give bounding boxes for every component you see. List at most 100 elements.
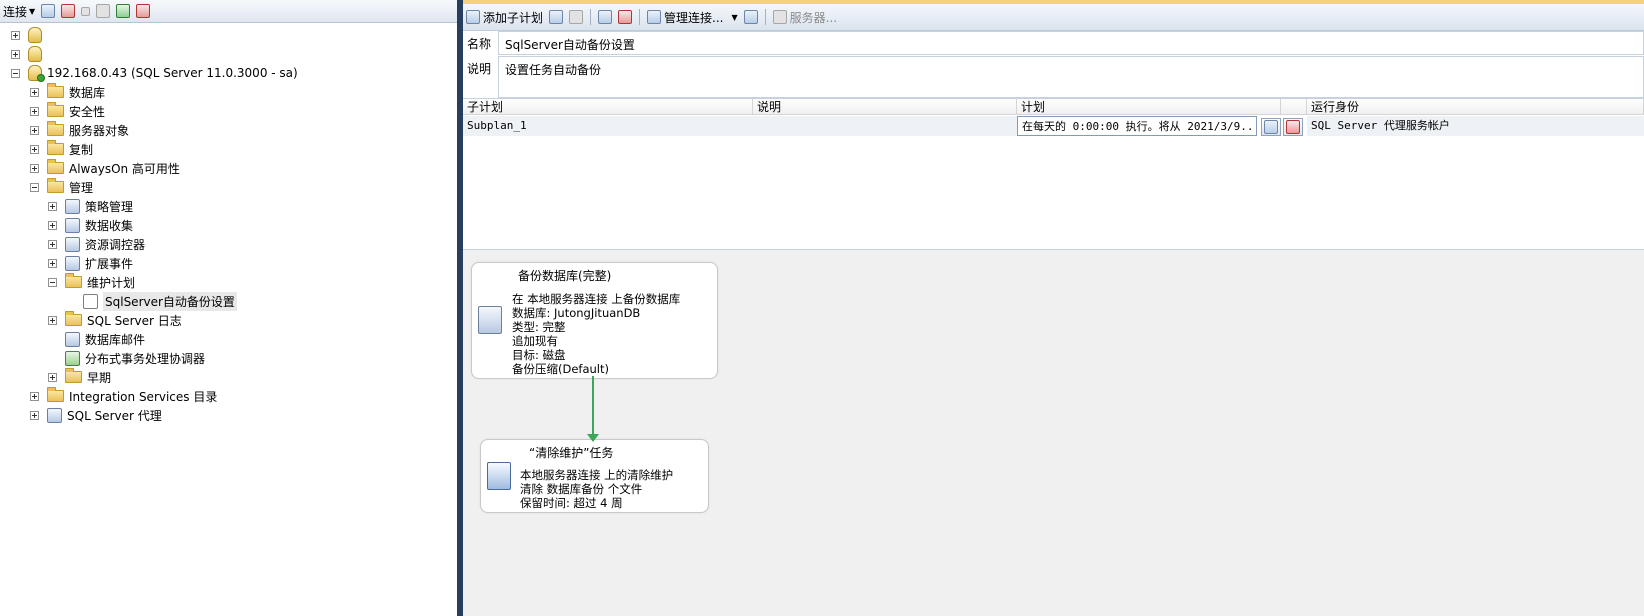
folder-icon (65, 311, 82, 326)
column-header-description[interactable]: 说明 (753, 99, 1017, 115)
database-mail-icon (65, 331, 80, 347)
name-label: 名称 (467, 37, 492, 51)
delete-subplan-button[interactable] (566, 6, 586, 28)
subplan-name-cell[interactable]: Subplan_1 (463, 116, 753, 136)
tree-node-alwayson[interactable]: AlwaysOn 高可用性 (30, 158, 180, 178)
manage-connections-button[interactable]: 管理连接... ▼ (644, 6, 741, 28)
expand-icon[interactable] (30, 125, 39, 135)
policy-icon (65, 198, 80, 214)
resource-governor-icon (65, 236, 80, 252)
edit-subplan-button[interactable] (546, 6, 566, 28)
schedule-edit-button[interactable] (1261, 118, 1281, 136)
connect-button[interactable]: 连接 ▼ (0, 0, 38, 22)
tree-label: 资源调控器 (85, 237, 146, 252)
tree-node-legacy[interactable]: 早期 (48, 367, 111, 387)
expand-icon[interactable] (30, 87, 39, 97)
expand-icon[interactable] (48, 201, 57, 211)
remove-schedule-button[interactable] (615, 6, 635, 28)
add-subplan-button[interactable]: 添加子计划 (463, 6, 546, 28)
column-header-run-as[interactable]: 运行身份 (1307, 99, 1644, 115)
tree-node-server-objects[interactable]: 服务器对象 (30, 120, 129, 140)
tree-node-data-collection[interactable]: 数据收集 (48, 215, 133, 235)
chevron-down-icon: ▼ (731, 12, 738, 22)
disconnect-button[interactable] (58, 0, 78, 22)
tree-node-integration-services[interactable]: Integration Services 目录 (30, 386, 217, 406)
backup-database-icon (478, 306, 502, 334)
clear-filter-button[interactable] (133, 0, 153, 22)
connections-icon (647, 10, 662, 24)
tree-label: 数据收集 (85, 218, 134, 233)
tree-node-sql-server-logs[interactable]: SQL Server 日志 (48, 310, 182, 330)
schedule-remove-button[interactable] (1283, 118, 1303, 136)
tree-node-management[interactable]: 管理 (30, 177, 93, 197)
subplan-schedule-cell[interactable]: 在每天的 0:00:00 执行。将从 2021/3/9... (1017, 116, 1257, 136)
tree-node-dtc[interactable]: 分布式事务处理协调器 (48, 348, 205, 368)
tree-node-unnamed-2[interactable] (11, 44, 47, 64)
tree-node-policy-management[interactable]: 策略管理 (48, 196, 133, 216)
tree-node-sql-server-agent[interactable]: SQL Server 代理 (30, 405, 162, 425)
servers-button[interactable]: 服务器... (770, 6, 840, 28)
expand-icon[interactable] (30, 144, 39, 154)
filter-button[interactable] (93, 0, 113, 22)
tree-node-server[interactable]: 192.168.0.43 (SQL Server 11.0.3000 - sa) (11, 63, 298, 83)
expand-icon[interactable] (48, 258, 57, 268)
tree-node-maintenance-plans[interactable]: 维护计划 (48, 272, 135, 292)
connect-object-explorer-button[interactable] (38, 0, 58, 22)
expand-icon[interactable] (30, 106, 39, 116)
expand-icon[interactable] (30, 163, 39, 173)
design-surface[interactable]: 备份数据库(完整) 在 本地服务器连接 上备份数据库 数据库: JutongJi… (463, 250, 1644, 616)
tree-label: 早期 (87, 370, 112, 385)
backup-database-task[interactable]: 备份数据库(完整) 在 本地服务器连接 上备份数据库 数据库: JutongJi… (471, 262, 718, 379)
tree-label: 分布式事务处理协调器 (85, 351, 206, 366)
tree-node-extended-events[interactable]: 扩展事件 (48, 253, 133, 273)
subplan-description-cell[interactable] (753, 116, 1017, 136)
expand-icon[interactable] (48, 372, 57, 382)
tree-label: AlwaysOn 高可用性 (69, 161, 180, 176)
tree-node-maintenance-plan-item[interactable]: SqlServer自动备份设置 (66, 291, 237, 311)
subplan-schedule-button[interactable] (595, 6, 615, 28)
column-header-schedule[interactable]: 计划 (1017, 99, 1281, 115)
remove-schedule-icon (1286, 120, 1300, 134)
tree-node-replication[interactable]: 复制 (30, 139, 93, 159)
expand-icon[interactable] (30, 410, 39, 420)
plan-description-field[interactable]: 设置任务自动备份 (498, 56, 1644, 98)
collapse-icon[interactable] (30, 182, 39, 192)
expand-icon[interactable] (48, 239, 57, 249)
calendar-icon (598, 10, 613, 24)
expand-icon[interactable] (11, 49, 20, 59)
tree-node-databases[interactable]: 数据库 (30, 82, 105, 102)
precedence-arrow-icon (587, 434, 599, 442)
collapse-icon[interactable] (48, 277, 57, 287)
tree-node-security[interactable]: 安全性 (30, 101, 105, 121)
collapse-icon[interactable] (11, 68, 20, 78)
tree-node-database-mail[interactable]: 数据库邮件 (48, 329, 145, 349)
plan-description-row: 说明 设置任务自动备份 (463, 56, 1644, 98)
tree-node-resource-governor[interactable]: 资源调控器 (48, 234, 145, 254)
refresh-button[interactable] (113, 0, 133, 22)
plan-name-field[interactable]: SqlServer自动备份设置 (498, 31, 1644, 55)
expand-icon[interactable] (48, 220, 57, 230)
column-header-subplan[interactable]: 子计划 (463, 99, 753, 115)
filter-icon (96, 4, 111, 18)
folder-icon (47, 121, 64, 136)
stop-button[interactable] (78, 0, 93, 22)
folder-icon (47, 159, 64, 174)
expand-icon[interactable] (11, 30, 20, 40)
precedence-constraint-line[interactable] (592, 376, 594, 439)
edit-icon (549, 10, 564, 24)
maintenance-cleanup-task[interactable]: “清除维护”任务 本地服务器连接 上的清除维护 清除 数据库备份 个文件 保留时… (480, 439, 709, 513)
plan-name-row: 名称 SqlServer自动备份设置 (463, 31, 1644, 55)
tree-label: 扩展事件 (85, 256, 134, 271)
database-server-icon (28, 27, 42, 43)
folder-icon (47, 140, 64, 155)
delete-icon (569, 10, 584, 24)
backup-task-line: 备份压缩(Default) (512, 362, 609, 376)
expand-icon[interactable] (48, 315, 57, 325)
expand-icon[interactable] (30, 391, 39, 401)
reporting-button[interactable] (741, 6, 761, 28)
tree-node-unnamed-1[interactable] (11, 25, 47, 45)
subplan-run-as-cell[interactable]: SQL Server 代理服务帐户 (1307, 116, 1644, 136)
report-icon (743, 10, 758, 24)
